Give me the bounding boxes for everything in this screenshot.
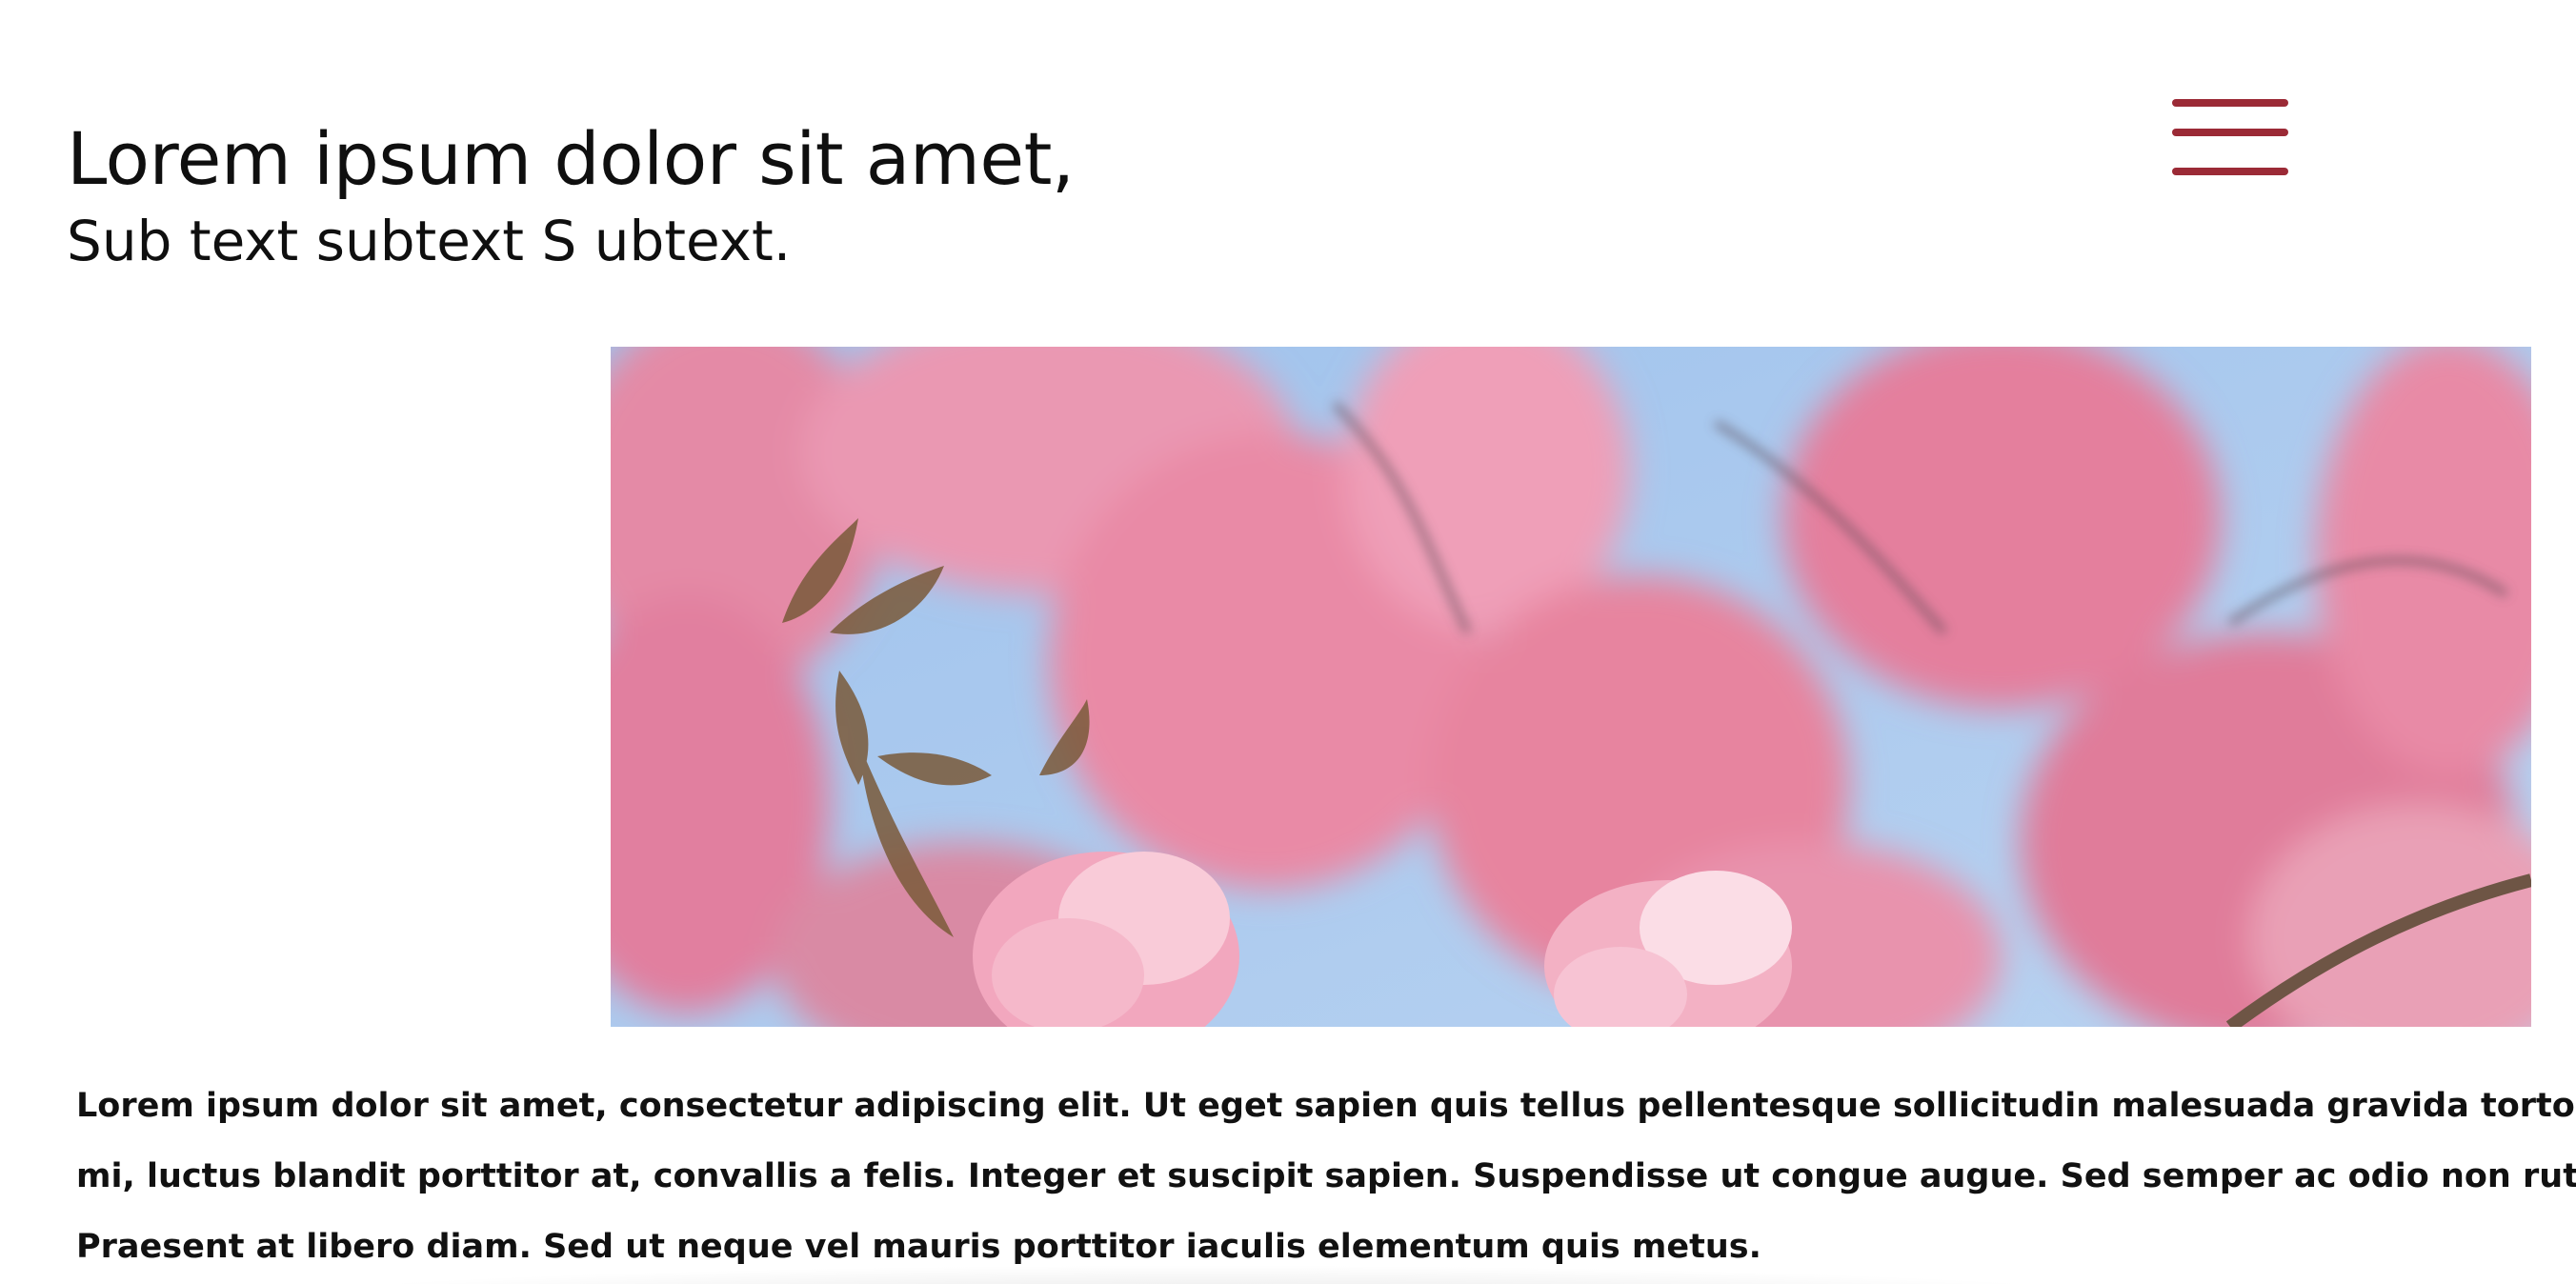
body-line: mi, luctus blandit porttitor at, convall… [76, 1157, 2576, 1195]
menu-button[interactable] [2172, 95, 2292, 187]
menu-line-bottom [2172, 168, 2288, 175]
hamburger-menu-icon [2172, 95, 2292, 187]
bottom-shadow [229, 1265, 2182, 1284]
hero-image [611, 347, 2531, 1027]
body-line: Lorem ipsum dolor sit amet, consectetur … [76, 1087, 2576, 1125]
page-title: Lorem ipsum dolor sit amet, [67, 116, 1075, 201]
page-subtitle: Sub text subtext S ubtext. [67, 209, 792, 273]
body-paragraph: Lorem ipsum dolor sit amet, consectetur … [76, 1071, 2576, 1282]
menu-line-middle [2172, 129, 2288, 136]
page: Lorem ipsum dolor sit amet, Sub text sub… [0, 0, 2576, 1284]
menu-line-top [2172, 99, 2288, 107]
